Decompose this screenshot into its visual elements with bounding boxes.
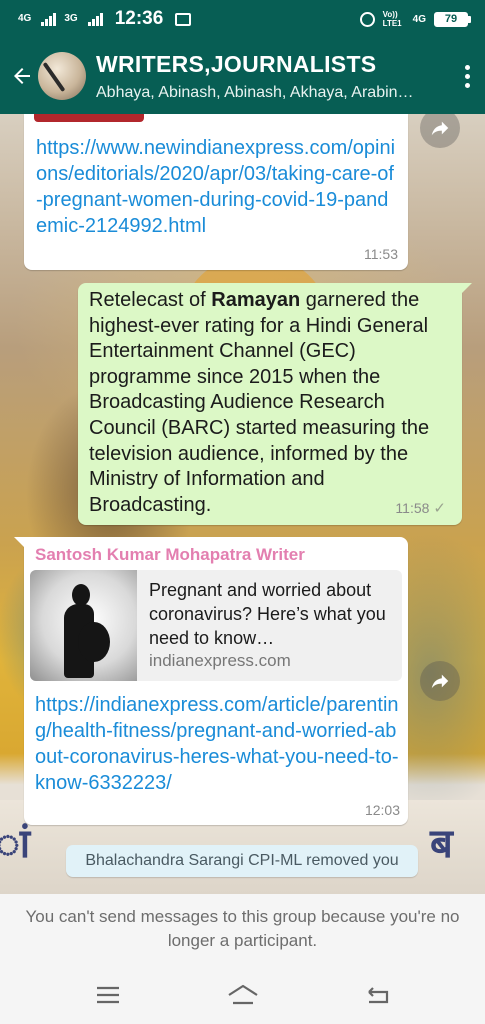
battery-level: 79 bbox=[434, 11, 468, 27]
wallpaper-script: ां bbox=[0, 820, 31, 867]
chat-header: WRITERS,JOURNALISTS Abhaya, Abinash, Abi… bbox=[0, 38, 485, 114]
message-text-bold: Ramayan bbox=[211, 289, 301, 311]
chat-area[interactable]: https://www.newindianexpress.com/opinion… bbox=[0, 114, 485, 894]
network-indicator-2: 3G bbox=[64, 14, 79, 24]
link-preview-domain: indianexpress.com bbox=[149, 651, 291, 670]
more-options-button[interactable] bbox=[449, 64, 485, 88]
home-icon bbox=[227, 984, 258, 1005]
signal-icon-2 bbox=[87, 12, 103, 26]
arrow-left-icon bbox=[14, 68, 30, 84]
status-bar: 4G 3G 12:36 Vo)) LTE1 4G 79 bbox=[0, 0, 485, 38]
message-text: Retelecast of Ramayan garnered the highe… bbox=[89, 288, 451, 518]
forward-button[interactable] bbox=[420, 661, 460, 701]
message-bubble-outgoing[interactable]: Retelecast of Ramayan garnered the highe… bbox=[78, 283, 472, 525]
link-preview-card[interactable]: Pregnant and worried about coronavirus? … bbox=[30, 570, 402, 681]
network-1-label: 4G bbox=[18, 13, 32, 24]
bubble-tail bbox=[460, 283, 472, 295]
message-time: 12:03 bbox=[364, 802, 400, 818]
link-preview-title: Pregnant and worried about coronavirus? … bbox=[149, 580, 386, 648]
back-button[interactable] bbox=[8, 62, 36, 90]
network-indicator-1: 4G bbox=[18, 14, 33, 24]
wallpaper-script: ब bbox=[430, 820, 453, 867]
forward-icon bbox=[431, 121, 449, 136]
back-icon bbox=[367, 987, 388, 1004]
network-2-label: 3G bbox=[64, 13, 78, 24]
battery-icon: 79 bbox=[434, 11, 471, 27]
message-bubble-incoming[interactable]: https://www.newindianexpress.com/opinion… bbox=[24, 114, 408, 270]
bubble-tail bbox=[14, 537, 26, 549]
link-preview-image[interactable] bbox=[30, 570, 137, 681]
group-info[interactable]: WRITERS,JOURNALISTS Abhaya, Abinash, Abi… bbox=[96, 51, 449, 102]
message-bubble-incoming[interactable]: Santosh Kumar Mohapatra Writer Pregnant … bbox=[14, 537, 408, 825]
volte-indicator: Vo)) LTE1 bbox=[382, 10, 402, 28]
read-only-notice: You can't send messages to this group be… bbox=[0, 894, 485, 966]
message-notification-icon bbox=[175, 12, 192, 26]
message-link[interactable]: https://www.newindianexpress.com/opinion… bbox=[36, 135, 396, 239]
group-title: WRITERS,JOURNALISTS bbox=[96, 50, 377, 77]
home-button[interactable] bbox=[223, 975, 263, 1015]
menu-button[interactable] bbox=[88, 975, 128, 1015]
network-indicator-3: 4G bbox=[412, 13, 426, 25]
more-vertical-icon bbox=[464, 64, 470, 70]
link-preview-thumbnail[interactable] bbox=[34, 114, 144, 122]
message-link[interactable]: https://indianexpress.com/article/parent… bbox=[35, 692, 405, 796]
sent-check-icon: ✓ bbox=[433, 500, 446, 517]
back-nav-button[interactable] bbox=[358, 975, 398, 1015]
menu-icon bbox=[96, 986, 119, 1004]
group-avatar[interactable] bbox=[38, 52, 86, 100]
message-time: 11:58 ✓ bbox=[395, 499, 446, 517]
forward-icon bbox=[431, 674, 449, 689]
alarm-icon bbox=[359, 11, 375, 27]
message-text-part: Retelecast of bbox=[89, 289, 212, 311]
forward-button[interactable] bbox=[420, 114, 460, 148]
message-text-part: garnered the highest-ever rating for a H… bbox=[89, 289, 430, 516]
status-time: 12:36 bbox=[114, 8, 164, 29]
group-members: Abhaya, Abinash, Abinash, Akhaya, Arabin… bbox=[96, 83, 414, 101]
message-time: 11:53 bbox=[364, 246, 398, 262]
system-navigation-bar bbox=[0, 966, 485, 1024]
sender-name[interactable]: Santosh Kumar Mohapatra Writer bbox=[35, 545, 305, 565]
signal-icon bbox=[41, 12, 57, 26]
message-time-value: 11:58 bbox=[395, 500, 430, 516]
system-message: Bhalachandra Sarangi CPI-ML removed you bbox=[66, 845, 418, 877]
